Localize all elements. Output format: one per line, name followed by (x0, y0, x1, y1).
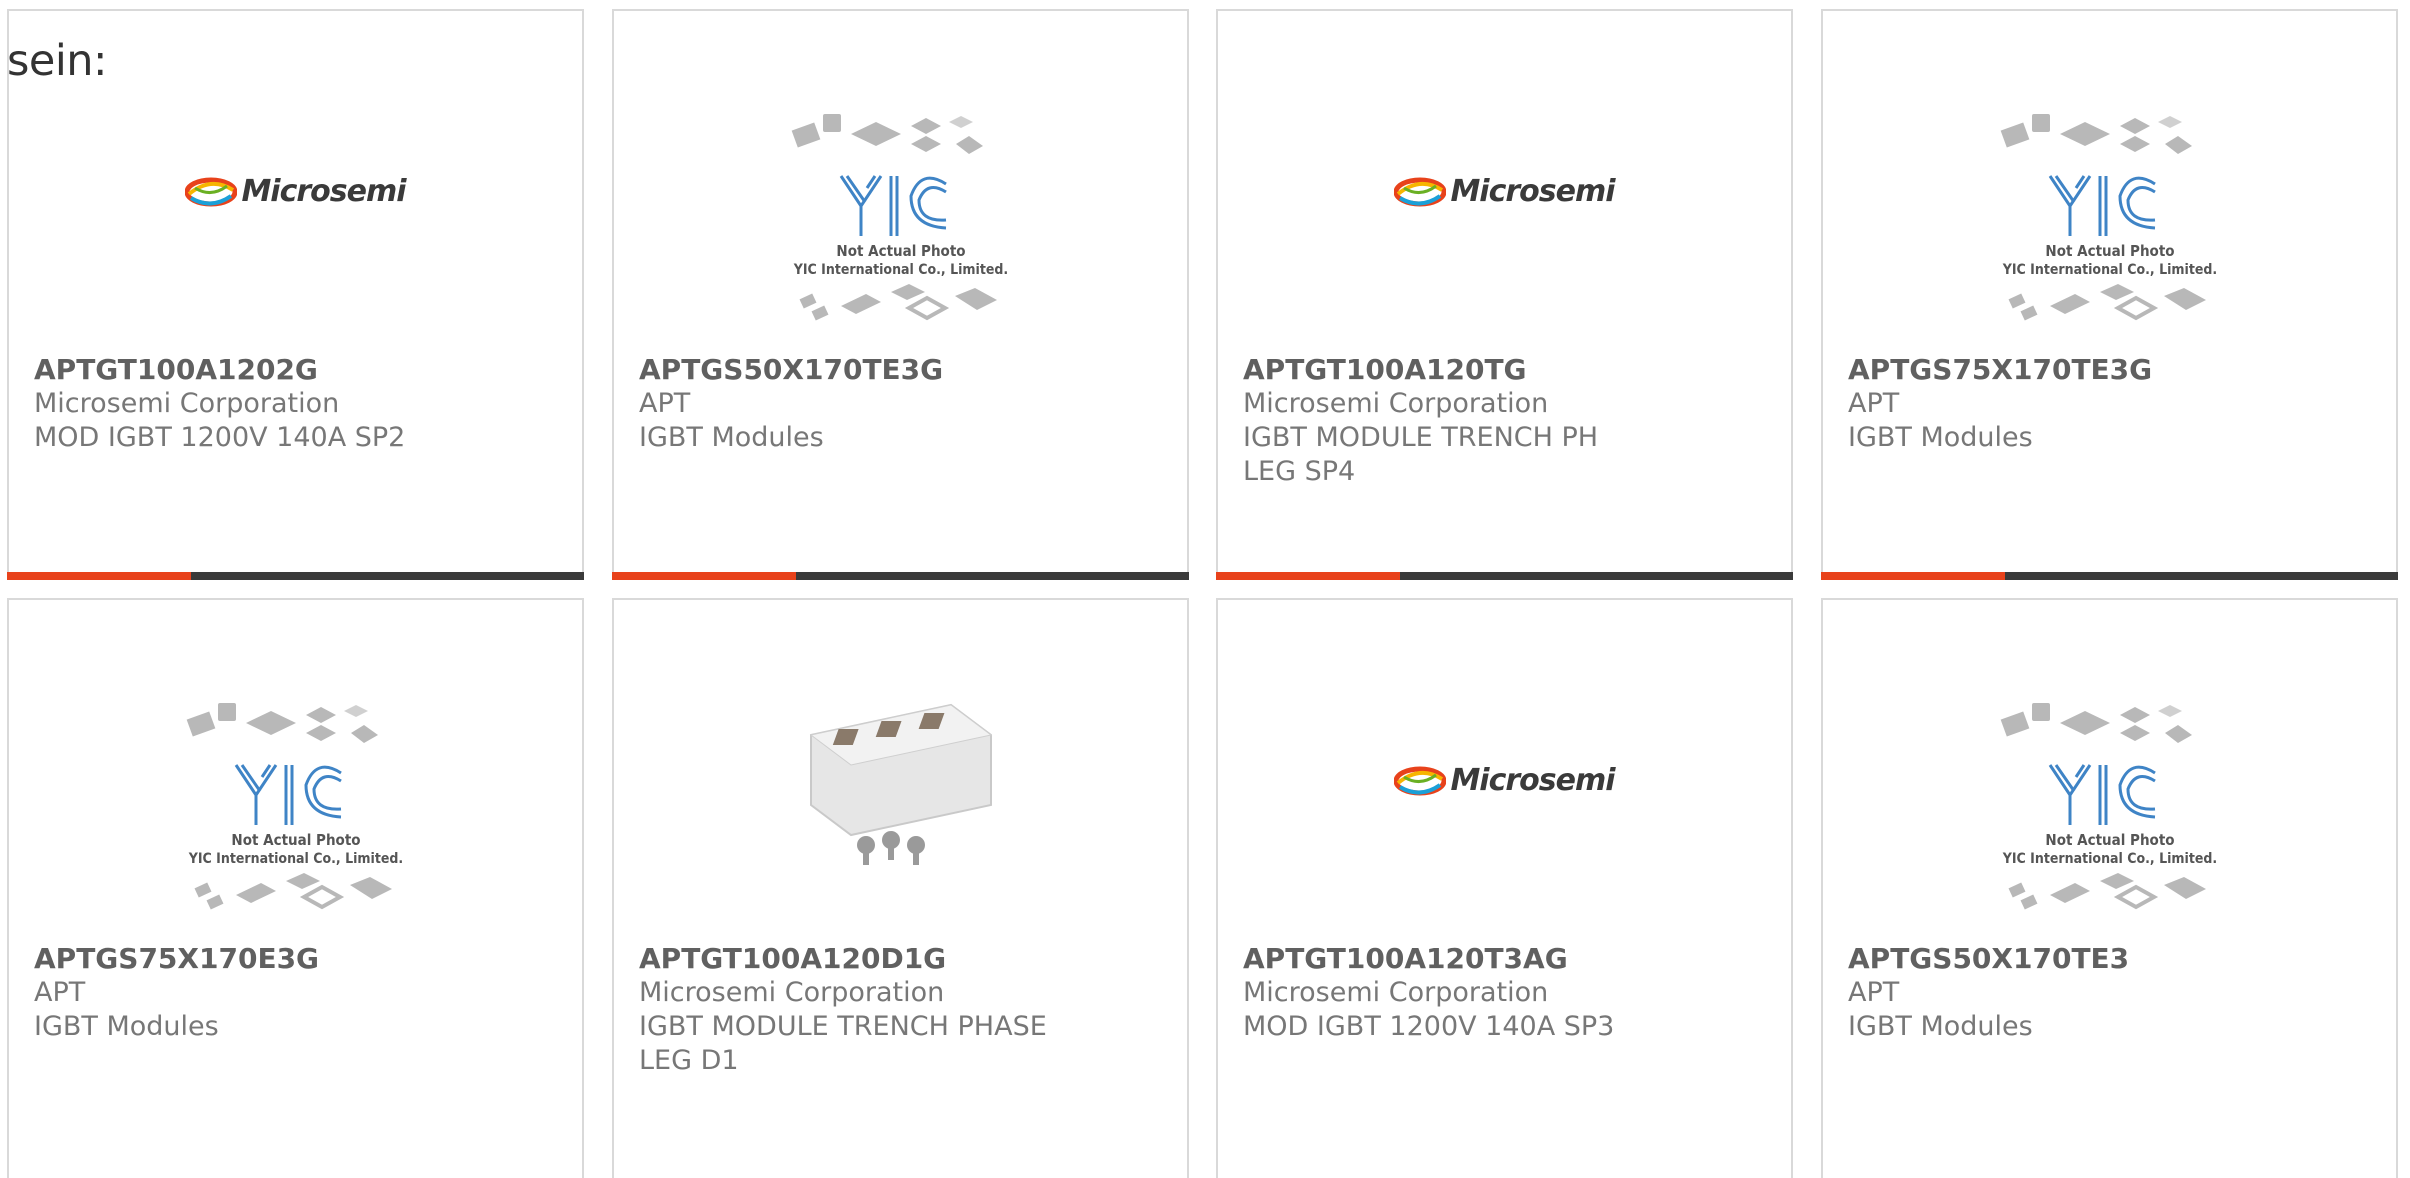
description: MOD IGBT 1200V 140A SP3 (1243, 1011, 1615, 1042)
description: IGBT MODULE TRENCH PH LEG SP4 (1243, 422, 1599, 487)
product-card[interactable]: Microsemi APTGT100A120T3AG Microsemi Cor… (1216, 598, 1793, 1178)
yic-placeholder-image: Not Actual Photo YIC International Co., … (186, 703, 403, 910)
yic-caption-1: Not Actual Photo (231, 831, 360, 849)
description: IGBT Modules (1848, 422, 2033, 453)
manufacturer: Microsemi Corporation (639, 977, 945, 1008)
part-number[interactable]: APTGT100A120D1G (639, 942, 1147, 976)
product-image[interactable]: Microsemi (1218, 685, 1791, 945)
product-card[interactable]: Not Actual Photo YIC International Co., … (1821, 598, 2398, 1178)
product-card[interactable]: Not Actual Photo YIC International Co., … (612, 9, 1189, 580)
yic-caption-2: YIC International Co., Limited. (792, 262, 1007, 278)
card-accent-bar (612, 572, 796, 580)
product-info: APTGT100A120T3AG Microsemi Corporation M… (1243, 942, 1751, 1044)
card-bottom-bar (1821, 572, 2398, 580)
part-number[interactable]: APTGS75X170E3G (34, 942, 542, 976)
description: IGBT MODULE TRENCH PHASE LEG D1 (639, 1011, 1047, 1076)
part-number[interactable]: APTGT100A1202G (34, 353, 542, 387)
card-bottom-bar (612, 572, 1189, 580)
part-number[interactable]: APTGS50X170TE3 (1848, 942, 2356, 976)
manufacturer: Microsemi Corporation (1243, 388, 1549, 419)
card-accent-bar (1216, 572, 1400, 580)
product-card[interactable]: APTGT100A120D1G Microsemi Corporation IG… (612, 598, 1189, 1178)
microsemi-wordmark: Microsemi (1450, 174, 1615, 209)
manufacturer: Microsemi Corporation (34, 388, 340, 419)
microsemi-wordmark: Microsemi (241, 174, 406, 209)
part-number[interactable]: APTGT100A120T3AG (1243, 942, 1751, 976)
yic-caption-1: Not Actual Photo (836, 242, 965, 260)
product-card[interactable]: Microsemi APTGT100A120TG Microsemi Corpo… (1216, 9, 1793, 580)
product-info: APTGT100A1202G Microsemi Corporation MOD… (34, 353, 542, 455)
card-accent-bar (1821, 572, 2005, 580)
card-bottom-bar (7, 572, 584, 580)
part-number[interactable]: APTGT100A120TG (1243, 353, 1751, 387)
product-image[interactable]: Not Actual Photo YIC International Co., … (1823, 685, 2396, 945)
yic-caption-1: Not Actual Photo (2045, 242, 2174, 260)
product-card[interactable]: Not Actual Photo YIC International Co., … (1821, 9, 2398, 580)
card-bottom-bar (1216, 572, 1793, 580)
manufacturer: APT (34, 977, 86, 1008)
description: IGBT Modules (34, 1011, 219, 1042)
microsemi-swoosh-icon (1394, 766, 1447, 795)
product-image[interactable]: Not Actual Photo YIC International Co., … (9, 685, 582, 945)
product-image[interactable]: Not Actual Photo YIC International Co., … (1823, 96, 2396, 356)
product-card[interactable]: Not Actual Photo YIC International Co., … (7, 598, 584, 1178)
manufacturer: Microsemi Corporation (1243, 977, 1549, 1008)
description: MOD IGBT 1200V 140A SP2 (34, 422, 406, 453)
product-card[interactable]: Microsemi APTGT100A1202G Microsemi Corpo… (7, 9, 584, 580)
product-info: APTGS50X170TE3 APT IGBT Modules (1848, 942, 2356, 1044)
product-info: APTGS50X170TE3G APT IGBT Modules (639, 353, 1147, 455)
microsemi-swoosh-icon (185, 177, 238, 206)
product-info: APTGT100A120D1G Microsemi Corporation IG… (639, 942, 1147, 1078)
yic-caption-1: Not Actual Photo (2045, 831, 2174, 849)
microsemi-logo: Microsemi (185, 174, 407, 209)
yic-caption-2: YIC International Co., Limited. (2001, 262, 2216, 278)
manufacturer: APT (1848, 388, 1900, 419)
description: IGBT Modules (1848, 1011, 2033, 1042)
igbt-module-photo (809, 703, 992, 865)
card-accent-bar (7, 572, 191, 580)
product-info: APTGT100A120TG Microsemi Corporation IGB… (1243, 353, 1751, 489)
lead-text: sein: (7, 36, 108, 86)
microsemi-logo: Microsemi (1394, 763, 1616, 798)
yic-caption-2: YIC International Co., Limited. (2001, 851, 2216, 867)
yic-caption-2: YIC International Co., Limited. (187, 851, 402, 867)
product-image[interactable]: Microsemi (9, 96, 582, 356)
part-number[interactable]: APTGS50X170TE3G (639, 353, 1147, 387)
product-grid: Microsemi APTGT100A1202G Microsemi Corpo… (0, 0, 2410, 1178)
part-number[interactable]: APTGS75X170TE3G (1848, 353, 2356, 387)
product-image[interactable]: Not Actual Photo YIC International Co., … (614, 96, 1187, 356)
yic-placeholder-image: Not Actual Photo YIC International Co., … (2000, 703, 2217, 910)
manufacturer: APT (639, 388, 691, 419)
product-image[interactable] (614, 685, 1187, 945)
product-info: APTGS75X170E3G APT IGBT Modules (34, 942, 542, 1044)
microsemi-wordmark: Microsemi (1450, 763, 1615, 798)
yic-placeholder-image: Not Actual Photo YIC International Co., … (2000, 114, 2217, 321)
microsemi-swoosh-icon (1394, 177, 1447, 206)
yic-placeholder-image: Not Actual Photo YIC International Co., … (791, 114, 1008, 321)
microsemi-logo: Microsemi (1394, 174, 1616, 209)
product-info: APTGS75X170TE3G APT IGBT Modules (1848, 353, 2356, 455)
product-image[interactable]: Microsemi (1218, 96, 1791, 356)
description: IGBT Modules (639, 422, 824, 453)
manufacturer: APT (1848, 977, 1900, 1008)
